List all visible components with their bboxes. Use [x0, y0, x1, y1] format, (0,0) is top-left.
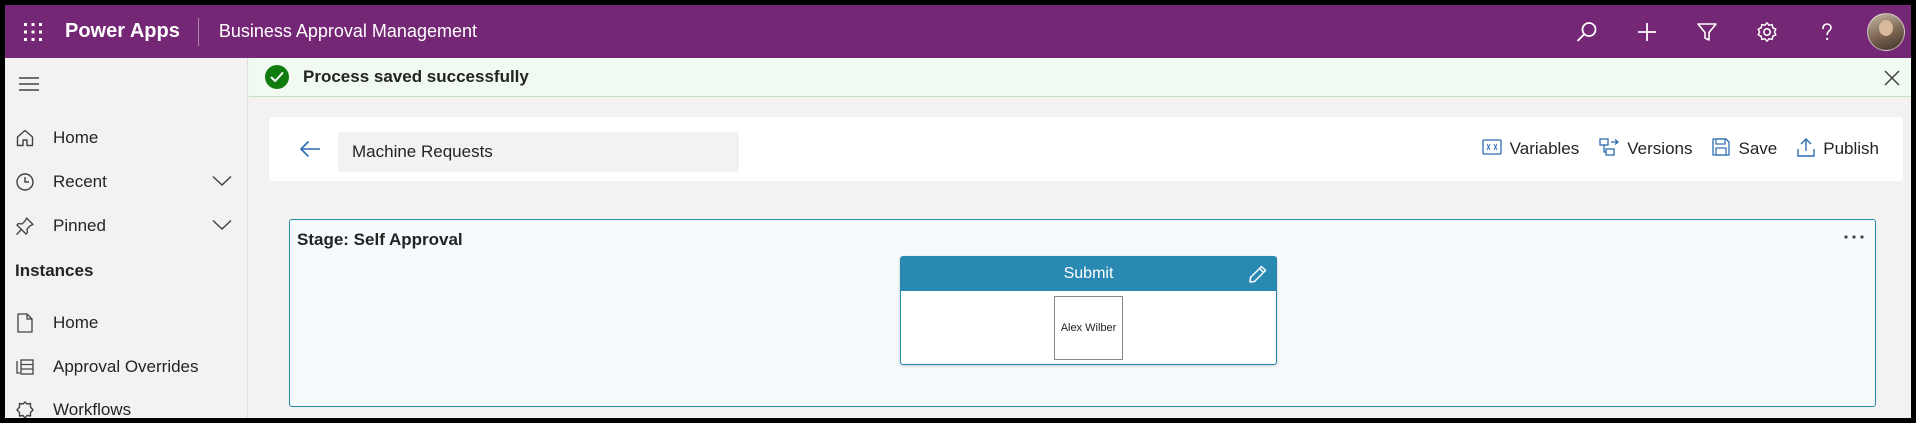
versions-icon — [1599, 137, 1620, 161]
variables-button[interactable]: Variables — [1482, 138, 1580, 160]
stage-container[interactable]: Stage: Self Approval Submit Alex Wilber — [289, 219, 1876, 407]
sidebar-item-label: Recent — [53, 172, 107, 191]
sidebar-item-label: Home — [53, 313, 99, 332]
filter-icon[interactable] — [1677, 5, 1737, 58]
sidebar-item-home[interactable]: Home — [5, 118, 248, 158]
success-notification: Process saved successfully — [249, 58, 1911, 97]
sidebar-item-pinned[interactable]: Pinned — [5, 206, 248, 246]
chevron-down-icon[interactable] — [212, 174, 232, 192]
clock-icon — [15, 172, 35, 192]
process-command-bar: Variables Versions Save Publish — [269, 117, 1903, 181]
chevron-down-icon[interactable] — [212, 218, 232, 236]
sidebar-item-label: Pinned — [53, 216, 106, 235]
waffle-icon[interactable] — [5, 5, 61, 58]
brand-name[interactable]: Power Apps — [65, 20, 180, 43]
overrides-icon — [15, 357, 35, 377]
step-header: Submit — [901, 257, 1276, 291]
process-name-input[interactable] — [338, 132, 739, 172]
help-icon[interactable] — [1797, 5, 1857, 58]
save-icon — [1712, 137, 1731, 161]
pencil-icon[interactable] — [1246, 262, 1270, 286]
step-title: Submit — [1063, 265, 1114, 282]
settings-icon[interactable] — [1737, 5, 1797, 58]
sidebar-item-workflows[interactable]: Workflows — [5, 390, 248, 418]
header-divider — [197, 17, 199, 46]
versions-button[interactable]: Versions — [1599, 137, 1693, 161]
back-arrow-icon[interactable] — [293, 133, 327, 165]
top-bar: Power Apps Business Approval Management — [5, 5, 1911, 58]
home-icon — [15, 128, 35, 148]
sidebar-item-label: Workflows — [53, 400, 132, 418]
save-button[interactable]: Save — [1712, 137, 1778, 161]
variables-icon — [1482, 138, 1502, 160]
step-card[interactable]: Submit Alex Wilber — [900, 256, 1277, 365]
app-title: Business Approval Management — [218, 21, 477, 41]
search-icon[interactable] — [1557, 5, 1617, 58]
stage-title: Stage: Self Approval — [297, 230, 463, 249]
publish-button[interactable]: Publish — [1797, 137, 1879, 162]
publish-label: Publish — [1823, 139, 1879, 158]
versions-label: Versions — [1627, 139, 1693, 158]
plus-icon[interactable] — [1617, 5, 1677, 58]
variables-label: Variables — [1509, 139, 1580, 158]
success-check-icon — [265, 65, 289, 89]
app-window: Power Apps Business Approval Management — [5, 5, 1911, 418]
workflow-icon — [15, 400, 35, 418]
header-actions — [1557, 5, 1911, 58]
sidebar-item-label: Approval Overrides — [53, 357, 199, 376]
document-icon — [15, 313, 35, 333]
command-actions: Variables Versions Save Publish — [1462, 117, 1879, 181]
sidebar-item-instances-home[interactable]: Home — [5, 303, 248, 343]
pin-icon — [15, 216, 35, 236]
approver-name: Alex Wilber — [1060, 322, 1117, 334]
approver-card[interactable]: Alex Wilber — [1054, 296, 1123, 360]
sidebar-item-recent[interactable]: Recent — [5, 162, 248, 202]
hamburger-icon[interactable] — [13, 70, 45, 98]
close-icon[interactable] — [1881, 67, 1903, 89]
sidebar: Home Recent Pinned Instances Home Approv… — [5, 58, 248, 418]
save-label: Save — [1738, 139, 1778, 158]
more-options-icon[interactable] — [1839, 226, 1869, 248]
publish-icon — [1797, 137, 1815, 162]
sidebar-item-label: Home — [53, 128, 99, 147]
sidebar-item-approval-overrides[interactable]: Approval Overrides — [5, 347, 248, 387]
avatar[interactable] — [1867, 12, 1905, 51]
section-heading-instances: Instances — [15, 261, 94, 280]
notification-message: Process saved successfully — [303, 67, 529, 86]
